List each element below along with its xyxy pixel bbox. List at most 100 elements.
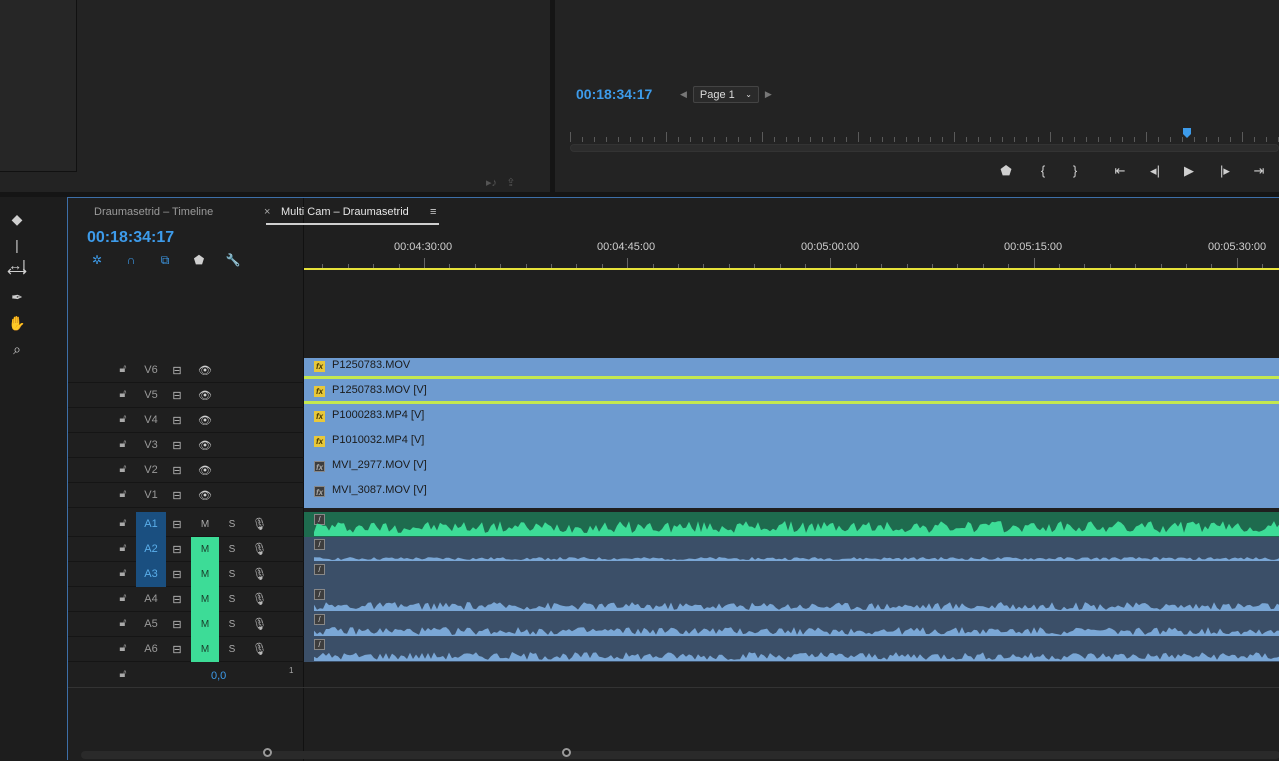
wrench-icon[interactable]: 🔧 [224,253,242,269]
sync-lock-icon[interactable]: ⊟ [170,439,184,452]
export-frame-icon[interactable]: ⇪ [506,177,515,189]
sync-lock-icon[interactable]: ⊟ [170,543,184,556]
sync-lock-icon[interactable]: ⊟ [170,568,184,581]
next-page-icon[interactable]: ▶ [765,89,772,100]
track-name[interactable]: V6 [136,358,166,383]
microphone-icon[interactable]: 🎙︎ [252,517,267,531]
scroll-handle-right[interactable] [562,748,571,757]
play-icon[interactable]: ▶ [1179,163,1199,179]
track-name[interactable]: A5 [136,612,166,637]
solo-button[interactable]: S [226,612,238,637]
prev-page-icon[interactable]: ◀ [680,89,687,100]
solo-button[interactable]: S [226,537,238,562]
microphone-icon[interactable]: 🎙︎ [252,567,267,581]
sync-lock-icon[interactable]: ⊟ [170,489,184,502]
sync-lock-icon[interactable]: ⊟ [170,414,184,427]
sync-lock-icon[interactable]: ⊟ [170,364,184,377]
track-name[interactable]: V5 [136,383,166,408]
go-to-in-icon[interactable]: ⇤ [1110,163,1130,179]
mute-button[interactable]: M [191,537,219,562]
add-marker-icon[interactable]: ⬟ [996,163,1016,179]
track-name[interactable]: V2 [136,458,166,483]
lock-icon[interactable]: 🔓︎ [117,488,129,501]
eye-icon[interactable]: 👁︎ [197,414,213,427]
track-name[interactable]: V4 [136,408,166,433]
audio-clip[interactable]: / [304,587,1279,612]
lock-icon[interactable]: 🔓︎ [117,668,129,681]
video-clip[interactable]: fx P1000283.MP4 [V] [304,408,1279,433]
mute-button[interactable]: M [191,562,219,587]
panel-menu-icon[interactable]: ≡ [430,206,436,218]
program-mini-ruler[interactable] [570,128,1279,142]
snap-icon[interactable]: ∩ [122,253,140,269]
track-name[interactable]: V1 [136,483,166,508]
audio-clip[interactable]: / [304,512,1279,537]
step-forward-icon[interactable]: |▸ [1215,163,1235,179]
slip-icon[interactable]: ⟷ [7,261,27,281]
solo-button[interactable]: S [226,587,238,612]
lock-icon[interactable]: 🔓︎ [117,617,129,630]
step-back-icon[interactable]: ◂| [1145,163,1165,179]
zoom-icon[interactable]: ⌕ [7,339,27,359]
scroll-handle-left[interactable] [263,748,272,757]
mute-button[interactable]: M [191,637,219,662]
sync-lock-icon[interactable]: ⊟ [170,618,184,631]
insert-icon[interactable]: ▸♪ [486,177,497,189]
sync-lock-icon[interactable]: ⊟ [170,518,184,531]
eye-icon[interactable]: 👁︎ [197,489,213,502]
tab-multi-cam[interactable]: Multi Cam – Draumasetrid [281,206,409,218]
linked-selection-icon[interactable]: ⧉ [156,253,174,269]
mute-button[interactable]: M [191,612,219,637]
video-clip[interactable]: fx P1250783.MOV [V] [304,383,1279,408]
microphone-icon[interactable]: 🎙︎ [252,542,267,556]
track-name[interactable]: A2 [136,537,166,562]
timeline-ruler[interactable]: 00:04:30:00 00:04:45:00 00:05:00:00 00:0… [304,236,1279,270]
microphone-icon[interactable]: 🎙︎ [252,592,267,606]
video-clip[interactable]: fx P1250783.MOV [304,358,1279,383]
solo-button[interactable]: S [226,512,238,537]
lock-icon[interactable]: 🔓︎ [117,363,129,376]
eye-icon[interactable]: 👁︎ [197,364,213,377]
track-name[interactable]: A1 [136,512,166,537]
lock-icon[interactable]: 🔓︎ [117,463,129,476]
program-zoom-bar[interactable] [570,144,1279,152]
tab-draumasetrid-timeline[interactable]: Draumasetrid – Timeline [94,206,213,218]
ripple-edit-icon[interactable]: |↔| [7,235,27,273]
mute-button[interactable]: M [191,512,219,537]
sync-lock-icon[interactable]: ⊟ [170,464,184,477]
video-clip[interactable]: fx MVI_3087.MOV [V] [304,483,1279,508]
add-marker-icon[interactable]: ⬟ [190,253,208,269]
solo-button[interactable]: S [226,637,238,662]
lock-icon[interactable]: 🔓︎ [117,542,129,555]
sync-lock-icon[interactable]: ⊟ [170,643,184,656]
audio-clip[interactable]: / [304,637,1279,662]
razor-icon[interactable]: ◆ [7,209,27,229]
lock-icon[interactable]: 🔓︎ [117,642,129,655]
horizontal-scrollbar[interactable] [81,748,1279,759]
audio-clip[interactable]: / [304,537,1279,562]
eye-icon[interactable]: 👁︎ [197,389,213,402]
work-area-bar[interactable] [304,268,1279,270]
audio-clip[interactable]: / [304,562,1279,587]
track-name[interactable]: A3 [136,562,166,587]
lock-icon[interactable]: 🔓︎ [117,438,129,451]
mark-out-icon[interactable]: } [1065,163,1085,178]
audio-clip[interactable]: / [304,612,1279,637]
sync-lock-icon[interactable]: ⊟ [170,593,184,606]
master-volume-value[interactable]: 0,0 [211,670,226,682]
lock-icon[interactable]: 🔓︎ [117,388,129,401]
timeline-timecode[interactable]: 00:18:34:17 [87,229,174,247]
track-name[interactable]: A4 [136,587,166,612]
lock-icon[interactable]: 🔓︎ [117,517,129,530]
mark-in-icon[interactable]: { [1033,163,1053,178]
video-clip[interactable]: fx MVI_2977.MOV [V] [304,458,1279,483]
lock-icon[interactable]: 🔓︎ [117,413,129,426]
sync-lock-icon[interactable]: ⊟ [170,389,184,402]
close-icon[interactable]: × [264,206,270,218]
eye-icon[interactable]: 👁︎ [197,464,213,477]
program-timecode[interactable]: 00:18:34:17 [576,86,652,102]
video-clip[interactable]: fx P1010032.MP4 [V] [304,433,1279,458]
mute-button[interactable]: M [191,587,219,612]
page-select[interactable]: Page 1 ⌄ [692,86,759,103]
track-name[interactable]: A6 [136,637,166,662]
